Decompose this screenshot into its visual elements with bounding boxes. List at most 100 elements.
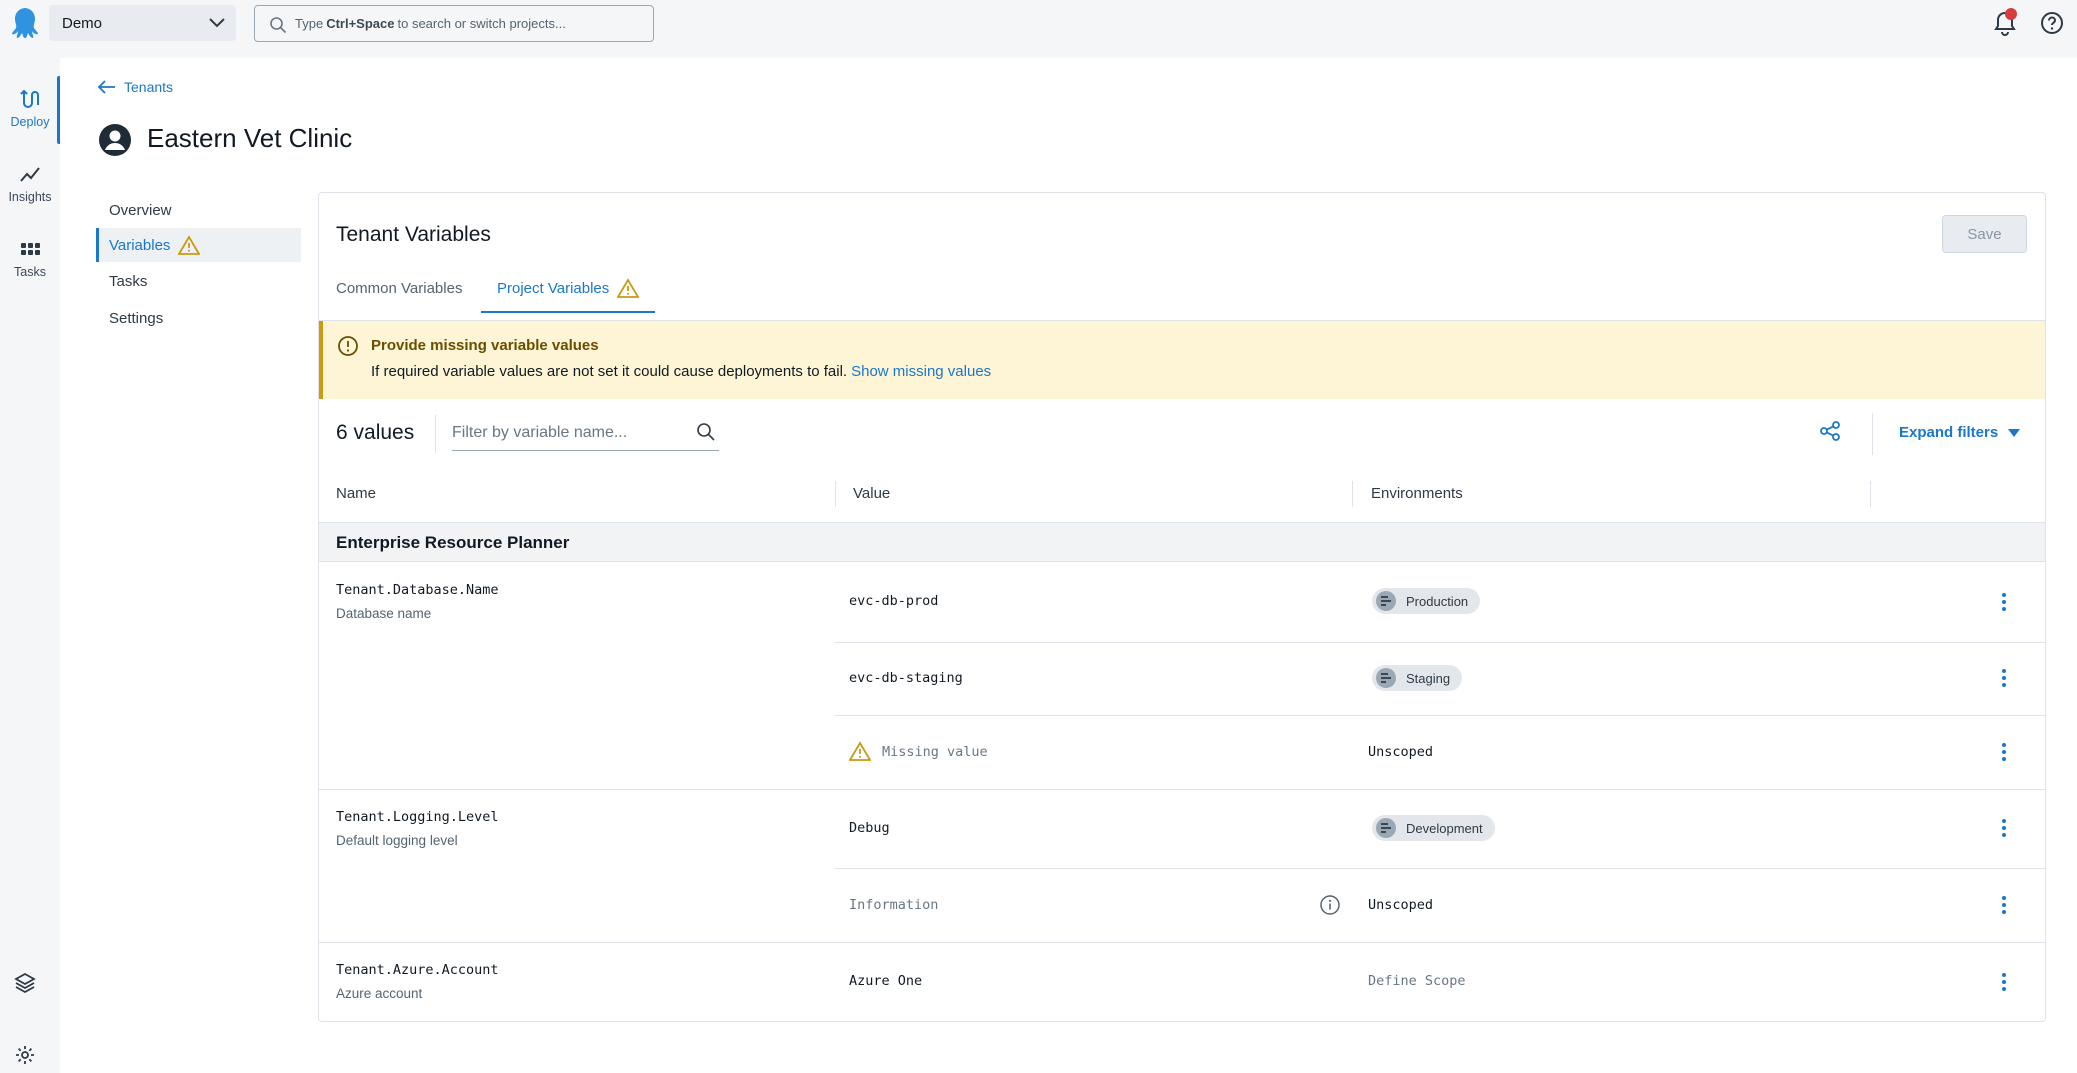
missing-values-callout: Provide missing variable values If requi… [319, 321, 2045, 399]
callout-text: If required variable values are not set … [371, 363, 848, 380]
nav-label-insights: Insights [8, 190, 52, 204]
caret-down-icon [2008, 428, 2021, 437]
column-divider [835, 481, 836, 507]
project-switcher[interactable]: Demo [49, 5, 236, 41]
variable-value[interactable]: evc-db-staging [849, 670, 963, 686]
tenant-variables-panel: Tenant Variables Save Common Variables P… [318, 192, 2046, 1022]
save-button[interactable]: Save [1942, 215, 2027, 253]
variable-name: Tenant.Azure.Account [336, 962, 499, 978]
deploy-icon [20, 89, 39, 108]
column-header-name: Name [336, 485, 377, 502]
environment-label: Development [1406, 820, 1483, 836]
search-icon [270, 17, 287, 34]
environment-icon [1376, 818, 1396, 838]
environment-chip: Development [1372, 815, 1495, 841]
search-icon [697, 423, 715, 441]
more-options-icon[interactable] [1994, 592, 2014, 612]
expand-filters-button[interactable]: Expand filters [1899, 424, 2021, 441]
environment-chip: Production [1372, 588, 1481, 614]
panel-title: Tenant Variables [336, 223, 491, 246]
variable-value[interactable]: Azure One [849, 973, 922, 989]
expand-filters-label: Expand filters [1899, 424, 1999, 441]
more-options-icon[interactable] [1994, 742, 2014, 762]
nav-label-tasks: Tasks [14, 265, 46, 279]
tab-common-variables[interactable]: Common Variables [336, 263, 462, 313]
column-header-environments: Environments [1371, 485, 1463, 502]
subnav-label: Settings [109, 309, 164, 327]
column-header-value: Value [853, 485, 891, 502]
nav-item-tasks[interactable]: Tasks [0, 238, 60, 298]
group-title: Enterprise Resource Planner [336, 533, 570, 552]
subnav-variables[interactable]: Variables [96, 228, 301, 262]
top-bar: Demo Type Ctrl+Space to search or switch… [0, 0, 2077, 46]
layers-icon[interactable] [14, 972, 36, 994]
show-missing-values-link[interactable]: Show missing values [851, 363, 991, 380]
insights-icon [20, 167, 40, 182]
scope-text: Unscoped [1368, 897, 1434, 913]
variable-filter-input[interactable]: Filter by variable name... [452, 417, 719, 451]
subnav-overview[interactable]: Overview [96, 193, 301, 227]
nav-item-deploy[interactable]: Deploy [0, 88, 60, 148]
settings-gear-icon[interactable] [14, 1044, 36, 1066]
warning-icon [849, 741, 871, 761]
search-input[interactable]: Type Ctrl+Space to search or switch proj… [254, 5, 654, 42]
tab-label: Common Variables [336, 279, 463, 297]
more-options-icon[interactable] [1994, 668, 2014, 688]
octopus-logo-icon[interactable] [8, 5, 44, 41]
arrow-left-icon [98, 80, 115, 94]
variable-description: Azure account [336, 986, 423, 1001]
more-options-icon[interactable] [1994, 818, 2014, 838]
tab-label: Project Variables [497, 279, 610, 297]
search-prefix: Type [295, 16, 324, 31]
environment-chip: Staging [1372, 665, 1463, 691]
subnav-label: Variables [109, 236, 171, 254]
search-suffix: to search or switch projects... [397, 16, 566, 31]
environment-label: Staging [1406, 670, 1451, 686]
toolbar-divider [1872, 413, 1873, 455]
callout-title: Provide missing variable values [371, 337, 599, 354]
breadcrumb[interactable]: Tenants [98, 79, 173, 95]
breadcrumb-tenants[interactable]: Tenants [124, 79, 173, 95]
column-divider [1870, 481, 1871, 507]
share-icon[interactable] [1819, 420, 1841, 442]
variable-description: Database name [336, 606, 432, 621]
subnav-label: Tasks [109, 272, 148, 290]
environment-icon [1376, 591, 1396, 611]
nav-item-insights[interactable]: Insights [0, 163, 60, 223]
variable-value[interactable]: Debug [849, 820, 890, 836]
project-name: Demo [62, 14, 103, 32]
more-options-icon[interactable] [1994, 895, 2014, 915]
subnav-settings[interactable]: Settings [96, 301, 301, 335]
variable-value[interactable]: Information [849, 897, 938, 913]
environment-label: Production [1406, 593, 1469, 609]
warning-icon [617, 278, 640, 298]
table-group-row: Enterprise Resource Planner [319, 522, 2045, 562]
missing-value-placeholder[interactable]: Missing value [882, 744, 988, 760]
row-divider [835, 868, 2045, 869]
row-divider [835, 642, 2045, 643]
nav-label-deploy: Deploy [10, 115, 50, 129]
define-scope-link[interactable]: Define Scope [1368, 973, 1466, 989]
subnav-label: Overview [109, 201, 172, 219]
row-divider [319, 942, 2045, 943]
tab-project-variables[interactable]: Project Variables [480, 263, 656, 313]
row-divider [319, 789, 2045, 790]
info-icon[interactable] [1319, 894, 1341, 916]
warning-icon [178, 235, 201, 255]
variable-description: Default logging level [336, 833, 458, 848]
page-title: Eastern Vet Clinic [147, 123, 353, 153]
search-shortcut: Ctrl+Space [326, 16, 395, 31]
alert-circle-icon [338, 336, 358, 356]
toolbar-divider [435, 415, 436, 453]
variable-value[interactable]: evc-db-prod [849, 593, 938, 609]
values-count: 6 values [336, 421, 415, 444]
subnav-tasks[interactable]: Tasks [96, 264, 301, 298]
column-divider [1352, 481, 1353, 507]
tenant-avatar-icon [99, 124, 131, 156]
help-icon[interactable] [2040, 11, 2064, 35]
more-options-icon[interactable] [1994, 972, 2014, 992]
tasks-icon [21, 243, 40, 255]
left-navigation: Deploy Insights Tasks [0, 46, 61, 1073]
row-divider [835, 715, 2045, 716]
scope-text: Unscoped [1368, 744, 1434, 760]
